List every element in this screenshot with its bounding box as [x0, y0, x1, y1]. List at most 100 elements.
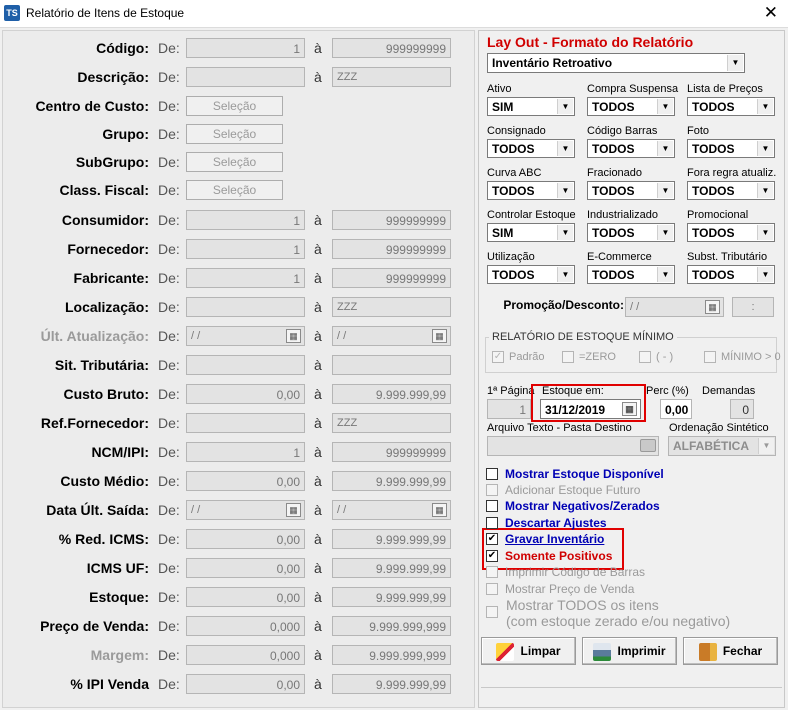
range-from-field[interactable]: 0,00 [186, 529, 305, 549]
range-to-field[interactable]: 9.999.999,99 [332, 558, 451, 578]
filter-option-select[interactable]: TODOS ▼ [587, 139, 675, 158]
filter-option-select[interactable]: TODOS ▼ [587, 223, 675, 242]
order-select[interactable]: ALFABÉTICA ▼ [668, 436, 776, 456]
filter-option-select[interactable]: TODOS ▼ [587, 181, 675, 200]
de-label: De: [158, 415, 180, 431]
min-stock-checkbox[interactable] [562, 351, 574, 363]
range-from-field[interactable]: 0,00 [186, 558, 305, 578]
range-from-field[interactable]: 1 [186, 210, 305, 230]
range-from-field[interactable] [186, 67, 305, 87]
promo-date-field[interactable]: / / ▦ [625, 297, 724, 317]
calendar-icon[interactable]: ▦ [705, 300, 720, 314]
layout-select-value: Inventário Retroativo [492, 56, 613, 70]
range-from-field[interactable]: 1 [186, 239, 305, 259]
de-label: De: [158, 212, 180, 228]
selecao-button[interactable]: Seleção [186, 124, 283, 144]
range-from-field[interactable]: / / ▦ [186, 326, 305, 346]
range-from-field[interactable]: 1 [186, 268, 305, 288]
range-to-field[interactable]: 9.999.999,99 [332, 471, 451, 491]
range-from-field[interactable]: 0,00 [186, 674, 305, 694]
first-page-field[interactable]: 1 [487, 399, 531, 419]
range-to-field[interactable]: 9.999.999,99 [332, 587, 451, 607]
filter-option-select[interactable]: TODOS ▼ [687, 181, 775, 200]
range-from-field[interactable]: 0,000 [186, 616, 305, 636]
range-to-field[interactable]: 9.999.999,99 [332, 674, 451, 694]
promo-time-field[interactable]: : [732, 297, 774, 317]
close-icon[interactable]: ✕ [764, 4, 778, 21]
filter-label: % IPI Venda [70, 676, 149, 692]
filter-option-select[interactable]: TODOS ▼ [687, 139, 775, 158]
range-to-field[interactable]: ZZZ [332, 297, 451, 317]
range-to-field[interactable]: 9.999.999,99 [332, 384, 451, 404]
filter-option-select[interactable]: TODOS ▼ [587, 97, 675, 116]
range-from-field[interactable]: 1 [186, 38, 305, 58]
filter-option-select[interactable]: TODOS ▼ [487, 139, 575, 158]
filter-option-select[interactable]: SIM ▼ [487, 223, 575, 242]
range-to-field[interactable]: 9.999.999,99 [332, 529, 451, 549]
range-to-value: 999999999 [385, 214, 446, 228]
range-to-value: 9.999.999,99 [375, 591, 446, 605]
calendar-icon[interactable]: ▦ [286, 503, 301, 517]
range-to-field[interactable]: / / ▦ [332, 326, 451, 346]
range-to-field[interactable]: / / ▦ [332, 500, 451, 520]
range-to-field[interactable]: 999999999 [332, 442, 451, 462]
min-stock-checkbox[interactable] [639, 351, 651, 363]
range-to-field[interactable]: 999999999 [332, 268, 451, 288]
range-to-field[interactable]: 9.999.999,999 [332, 645, 451, 665]
range-from-field[interactable]: 0,00 [186, 587, 305, 607]
demandas-field[interactable]: 0 [730, 399, 754, 419]
option-checkbox[interactable] [486, 468, 498, 480]
option-checkbox[interactable] [486, 517, 498, 529]
range-from-field[interactable] [186, 297, 305, 317]
filter-option-select[interactable]: TODOS ▼ [487, 181, 575, 200]
file-field[interactable] [487, 436, 659, 456]
range-from-field[interactable]: / / ▦ [186, 500, 305, 520]
limpar-button[interactable]: Limpar [481, 637, 576, 665]
range-to-field[interactable]: 9.999.999,999 [332, 616, 451, 636]
perc-field[interactable]: 0,00 [660, 399, 692, 419]
range-to-field[interactable]: ZZZ [332, 67, 451, 87]
filter-option-label: Consignado [487, 125, 546, 137]
layout-select[interactable]: Inventário Retroativo ▼ [487, 53, 745, 73]
option-checkbox[interactable] [486, 566, 498, 578]
chevron-down-icon: ▼ [727, 55, 743, 71]
range-to-value: 9.999.999,999 [369, 620, 446, 634]
range-from-field[interactable]: 0,00 [186, 384, 305, 404]
filter-option-select[interactable]: TODOS ▼ [687, 97, 775, 116]
range-separator: à [314, 328, 322, 344]
range-to-field[interactable]: 999999999 [332, 38, 451, 58]
filter-option-select[interactable]: SIM ▼ [487, 97, 575, 116]
range-to-field[interactable]: ZZZ [332, 413, 451, 433]
calendar-icon[interactable]: ▦ [432, 329, 447, 343]
calendar-icon[interactable]: ▦ [286, 329, 301, 343]
min-stock-checkbox[interactable]: ✓ [492, 351, 504, 363]
selecao-button[interactable]: Seleção [186, 180, 283, 200]
range-from-field[interactable] [186, 355, 305, 375]
show-all-checkbox[interactable] [486, 606, 498, 618]
range-to-field[interactable]: 999999999 [332, 210, 451, 230]
selecao-button[interactable]: Seleção [186, 152, 283, 172]
range-from-field[interactable]: 1 [186, 442, 305, 462]
filter-option-select[interactable]: TODOS ▼ [687, 265, 775, 284]
range-from-field[interactable]: 0,000 [186, 645, 305, 665]
fechar-button[interactable]: Fechar [683, 637, 778, 665]
option-checkbox[interactable] [486, 583, 498, 595]
min-stock-checkbox[interactable] [704, 351, 716, 363]
folder-icon[interactable] [640, 439, 656, 452]
range-to-field[interactable]: 999999999 [332, 239, 451, 259]
option-checkbox[interactable]: ✔ [486, 550, 498, 562]
filter-option-select[interactable]: TODOS ▼ [587, 265, 675, 284]
range-from-field[interactable]: 0,00 [186, 471, 305, 491]
imprimir-button[interactable]: Imprimir [582, 637, 677, 665]
option-checkbox[interactable] [486, 484, 498, 496]
option-checkbox[interactable]: ✔ [486, 533, 498, 545]
range-to-field[interactable] [332, 355, 451, 375]
selecao-button[interactable]: Seleção [186, 96, 283, 116]
filter-option-select[interactable]: TODOS ▼ [487, 265, 575, 284]
range-from-field[interactable] [186, 413, 305, 433]
filter-label: NCM/IPI: [91, 444, 149, 460]
calendar-icon[interactable]: ▦ [432, 503, 447, 517]
option-checkbox[interactable] [486, 500, 498, 512]
filter-option-select[interactable]: TODOS ▼ [687, 223, 775, 242]
filter-option-value: SIM [492, 100, 514, 114]
